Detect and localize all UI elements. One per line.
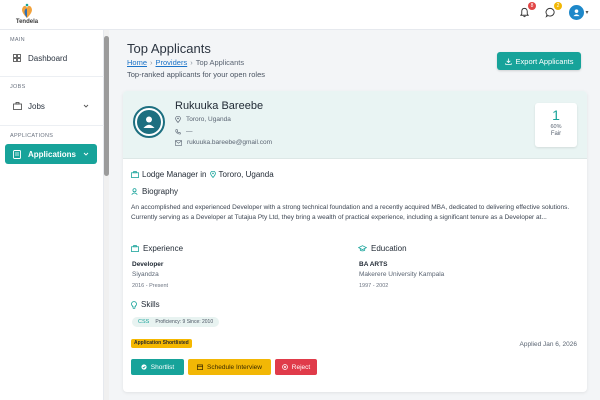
sidebar-section-main: MAIN [10,37,25,43]
skill-chip: CSS Proficiency: 9 Since: 2010 [132,317,220,327]
messages-badge: 2 [554,2,562,10]
sidebar: MAIN Dashboard JOBS Jobs APPLICATIONS Ap… [0,30,104,400]
divider [0,125,104,126]
notifications-badge: 8 [528,2,536,10]
applications-icon [12,149,22,159]
briefcase-icon [131,245,139,252]
skill-detail: Proficiency: 9 Since: 2010 [155,319,214,325]
x-circle-icon [281,364,288,370]
applicant-card: Rukuuka Bareebe Tororo, Uganda — rukuuka… [123,91,587,392]
mail-icon [175,139,182,146]
sidebar-section-jobs: JOBS [10,84,26,90]
download-icon [504,57,512,65]
education-school: Makerere University Kampala [359,271,445,278]
candidate-location: Tororo, Uganda [175,116,231,123]
brand-logo[interactable]: Tendela [12,3,42,27]
candidate-phone: — [175,128,193,135]
sidebar-item-label: Jobs [28,101,45,111]
lightbulb-icon [131,300,137,309]
applied-job: Lodge Manager in Tororo, Uganda [131,170,274,179]
experience-role: Developer [132,261,164,268]
graduation-cap-icon [358,245,367,252]
skills-heading: Skills [131,300,160,309]
status-badge: Application Shortlisted [131,339,192,348]
avatar [569,4,585,20]
user-icon [131,188,138,195]
breadcrumb-separator: › [150,58,153,67]
education-heading: Education [358,244,407,253]
messages-button[interactable]: 2 [542,2,562,20]
shortlist-button[interactable]: Shortlist [131,359,184,375]
job-title: Lodge Manager in [142,170,207,179]
chevron-down-icon [83,150,89,159]
schedule-interview-button[interactable]: Schedule Interview [188,359,271,375]
applied-date: Applied Jan 6, 2026 [519,341,577,348]
sidebar-item-applications[interactable]: Applications [5,144,97,164]
sidebar-item-jobs[interactable]: Jobs [5,96,97,116]
location-pin-icon [175,116,181,123]
match-percent: 60% [550,124,562,130]
sidebar-item-label: Dashboard [28,53,68,63]
calendar-icon [197,364,203,370]
logo-icon [22,3,32,18]
experience-company: Siyandza [132,271,159,278]
briefcase-icon [12,101,22,111]
candidate-name: Rukuuka Bareebe [175,100,264,112]
top-bar: Tendela 8 2 ▾ [0,0,600,30]
breadcrumb-current: Top Applicants [195,58,245,67]
sidebar-section-applications: APPLICATIONS [10,133,54,139]
phone-icon [175,128,181,134]
match-score-box: 1 60% Fair [535,103,577,147]
user-menu-button[interactable]: ▾ [568,4,590,20]
education-period: 1997 - 2002 [359,283,389,289]
user-icon [573,8,581,16]
divider [0,76,104,77]
page-subtitle: Top-ranked applicants for your open role… [127,70,265,79]
dashboard-icon [12,53,22,63]
experience-period: 2016 - Present [132,283,169,289]
experience-heading: Experience [131,244,183,253]
user-icon [143,116,155,128]
job-location: Tororo, Uganda [218,170,274,179]
rank-number: 1 [552,107,560,123]
reject-button[interactable]: Reject [275,359,317,375]
breadcrumb-providers-link[interactable]: Providers [156,58,188,67]
breadcrumb-separator: › [190,58,193,67]
chevron-down-icon: ▾ [585,9,589,16]
sidebar-item-label: Applications [28,149,77,159]
sidebar-scrollbar-thumb[interactable] [104,36,109,176]
biography-text: An accomplished and experienced Develope… [131,204,570,221]
biography-heading: Biography [131,187,178,196]
briefcase-icon [131,171,139,178]
export-applicants-button[interactable]: Export Applicants [497,52,581,70]
location-pin-icon [209,171,216,178]
export-applicants-label: Export Applicants [515,56,574,66]
brand-name: Tendela [15,19,39,25]
skill-name: CSS [138,319,150,325]
education-degree: BA ARTS [359,261,388,268]
match-label: Fair [550,131,562,137]
breadcrumb: Home › Providers › Top Applicants [127,58,244,67]
page-title: Top Applicants [127,41,211,56]
candidate-email: rukuuka.bareebe@gmail.com [175,139,272,146]
check-circle-icon [141,364,147,370]
applicant-card-header: Rukuuka Bareebe Tororo, Uganda — rukuuka… [123,91,587,159]
avatar [133,106,165,138]
breadcrumb-home-link[interactable]: Home [127,58,147,67]
sidebar-item-dashboard[interactable]: Dashboard [5,48,97,68]
chevron-down-icon [83,102,89,111]
notifications-button[interactable]: 8 [516,2,536,20]
